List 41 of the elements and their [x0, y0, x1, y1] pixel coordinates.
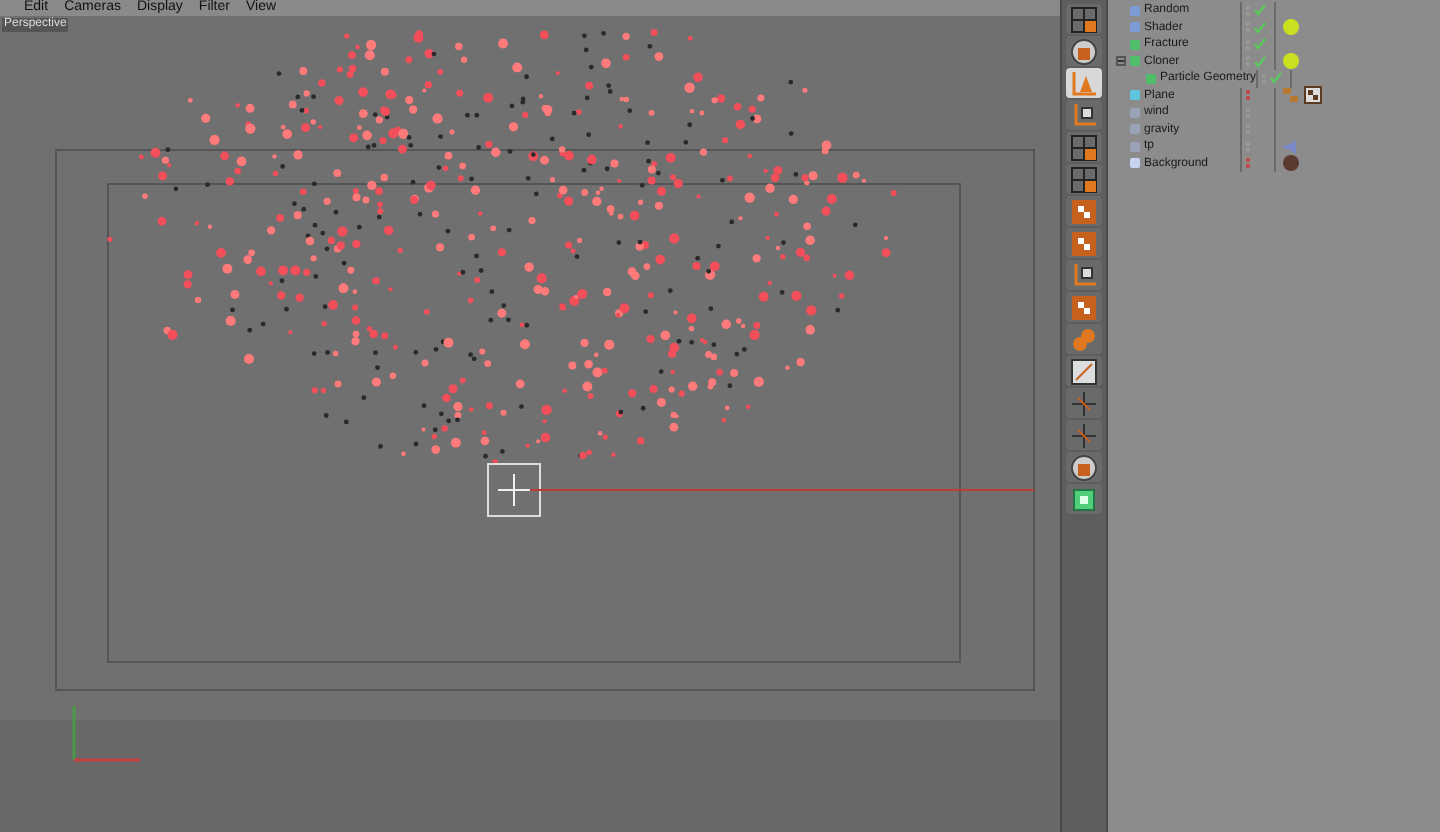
axis-icon: [1070, 101, 1098, 129]
axis-icon: [1070, 261, 1098, 289]
dark-sphere-tag-icon[interactable]: [1282, 154, 1300, 173]
axis-gizmo-drawing: [72, 706, 140, 762]
toolbar-button[interactable]: [1066, 196, 1102, 226]
toolbar-button[interactable]: [1066, 4, 1102, 34]
grid-icon: [1070, 133, 1098, 161]
cross-icon: [1070, 421, 1098, 449]
collapse-toggle[interactable]: [1116, 56, 1126, 67]
toolbar-button[interactable]: [1066, 164, 1102, 194]
cross-icon: [1070, 389, 1098, 417]
figure-icon: [1070, 453, 1098, 481]
checker-icon: [1070, 197, 1098, 225]
toolbar-button[interactable]: [1066, 132, 1102, 162]
toolbar-button[interactable]: [1066, 100, 1102, 130]
checker-tag-icon[interactable]: [1304, 86, 1322, 105]
toolbar-button[interactable]: [1066, 452, 1102, 482]
grid-icon: [1070, 5, 1098, 33]
toolbar-button[interactable]: [1066, 484, 1102, 514]
enabled-checkmark[interactable]: [1254, 38, 1266, 51]
checker-icon: [1070, 229, 1098, 257]
sphere-tag-icon[interactable]: [1282, 18, 1300, 37]
enabled-checkmark[interactable]: [1254, 21, 1266, 34]
toolbar-button[interactable]: [1066, 260, 1102, 290]
null-object-drawing[interactable]: [487, 463, 1035, 517]
grid-icon: [1070, 165, 1098, 193]
cube-icon: [1070, 485, 1098, 513]
enabled-checkmark[interactable]: [1270, 72, 1282, 85]
blob-icon: [1070, 325, 1098, 353]
toolbar-button[interactable]: [1066, 356, 1102, 386]
checker-icon: [1070, 293, 1098, 321]
speaker-tag-icon[interactable]: [1282, 137, 1300, 156]
toolbar-button[interactable]: [1066, 292, 1102, 322]
toolbar-button[interactable]: [1066, 228, 1102, 258]
cone-icon: [1070, 69, 1098, 97]
enabled-checkmark[interactable]: [1254, 55, 1266, 68]
toolbar-button[interactable]: [1066, 36, 1102, 66]
graph-icon: [1070, 357, 1098, 385]
figure-icon: [1070, 37, 1098, 65]
sphere-tag-icon[interactable]: [1282, 52, 1300, 71]
enabled-checkmark[interactable]: [1254, 4, 1266, 17]
